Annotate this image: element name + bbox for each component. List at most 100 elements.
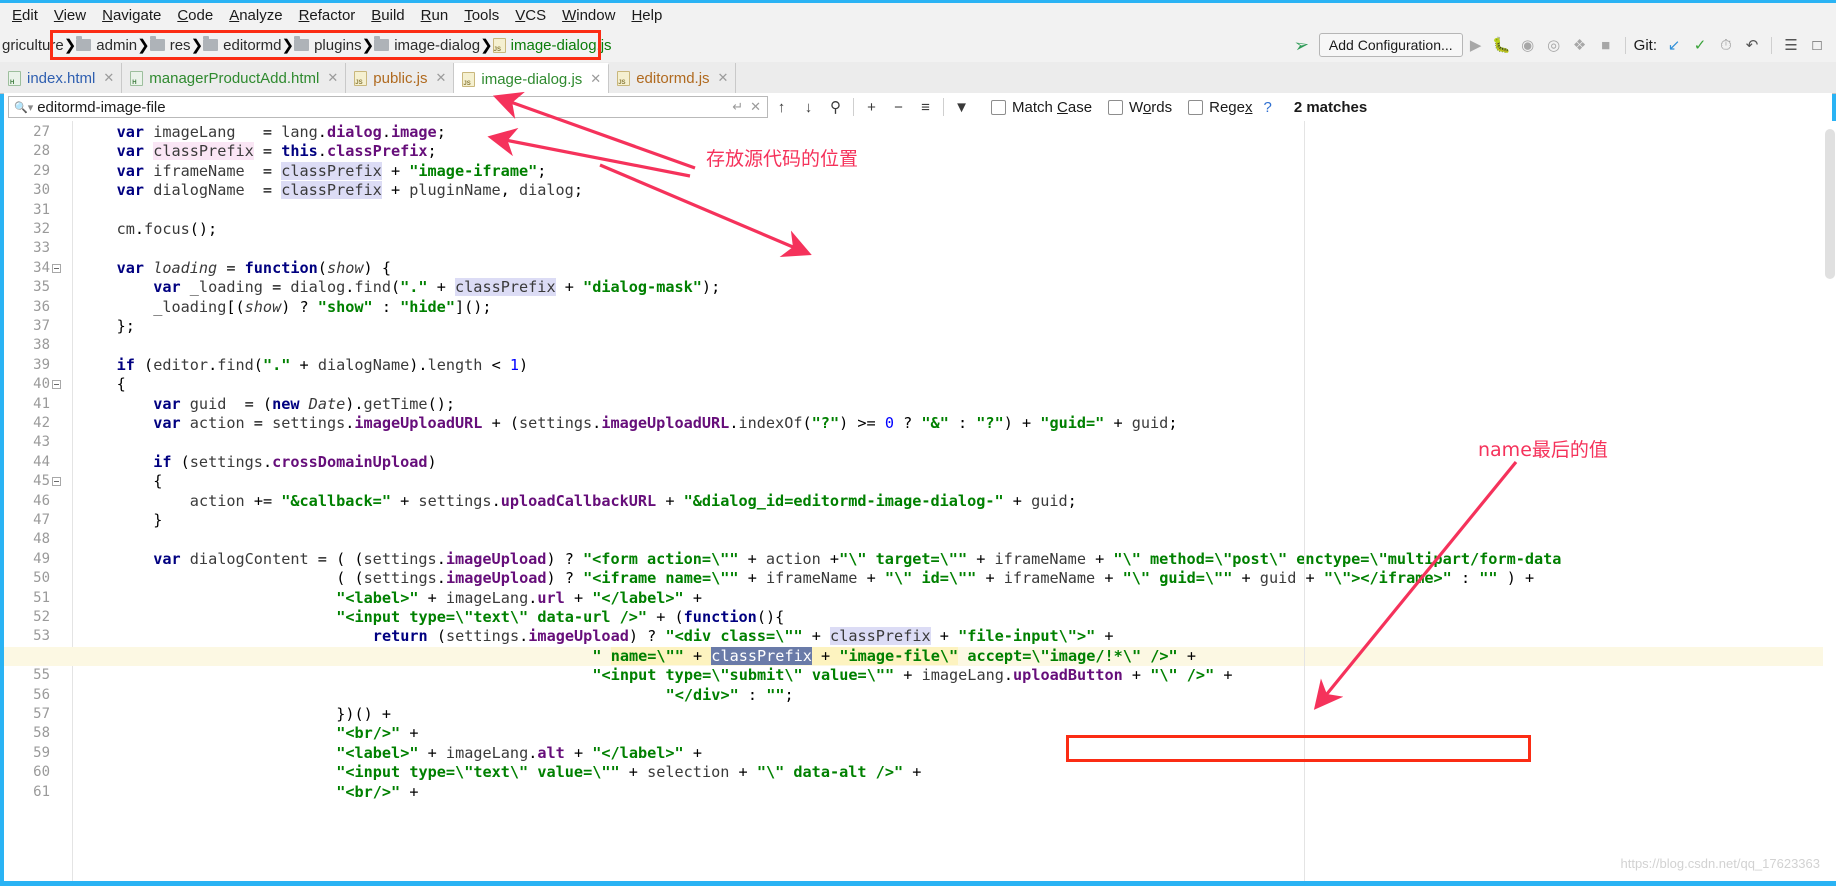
breadcrumb-item-plugins[interactable]: plugins <box>294 36 362 54</box>
line-number: 38 <box>33 337 50 354</box>
editor-tab-editormd-js[interactable]: editormd.js ✕ <box>609 63 737 93</box>
close-icon[interactable]: ✕ <box>327 70 338 86</box>
search-input-value: editormd-image-file <box>37 98 166 116</box>
breadcrumb-item-admin[interactable]: admin <box>76 36 137 54</box>
editor-tab-label: index.html <box>27 69 96 87</box>
menu-item-help[interactable]: Help <box>623 5 670 27</box>
search-everywhere-icon[interactable]: □ <box>1804 33 1830 57</box>
line-number: 45 <box>33 473 50 490</box>
code-line: "<input type=\"submit\" value=\"" + imag… <box>592 666 1233 685</box>
breadcrumb-project-label: griculture <box>2 36 64 54</box>
annotation-box-name-attr <box>1066 735 1531 762</box>
annotation-source-location: 存放源代码的位置 <box>706 148 859 170</box>
find-next-icon[interactable]: ↓ <box>795 95 822 119</box>
code-line: }; <box>116 317 135 335</box>
menu-item-view[interactable]: View <box>46 5 94 27</box>
editor-tab-image-dialog-js[interactable]: image-dialog.js ✕ <box>454 63 610 93</box>
menu-item-tools[interactable]: Tools <box>456 5 507 27</box>
close-icon[interactable]: ✕ <box>103 70 114 86</box>
menu-item-vcs[interactable]: VCS <box>507 5 554 27</box>
add-configuration-button[interactable]: Add Configuration... <box>1318 33 1463 57</box>
breadcrumb-item-label: editormd <box>223 36 282 54</box>
code-line: } <box>153 511 163 529</box>
editor-tab-managerproductadd-html[interactable]: managerProductAdd.html ✕ <box>122 63 347 93</box>
breadcrumb-item-image-dialog-js[interactable]: image-dialog.js <box>492 37 612 54</box>
toolbar-divider <box>1624 36 1626 54</box>
code-fold-toggle[interactable] <box>52 477 61 487</box>
rollback-icon[interactable]: ↶ <box>1739 33 1765 57</box>
regex-checkbox[interactable]: Regex <box>1188 99 1252 116</box>
checkbox-box-match-case[interactable] <box>991 99 1006 115</box>
hammer-icon[interactable]: ➢ <box>1292 33 1311 56</box>
code-line: "<br/>" + <box>336 782 419 801</box>
checkbox-box-words[interactable] <box>1108 99 1124 115</box>
remove-selection-icon[interactable]: − <box>885 95 912 119</box>
code-editor[interactable]: 27 28 29 30 31 32 33 34 35 36 37 38 39 40 41 42 43 44 45 46… <box>4 121 1832 881</box>
code-fold-toggle[interactable] <box>52 380 61 390</box>
breadcrumb-project[interactable]: griculture <box>2 37 64 54</box>
close-icon[interactable]: ✕ <box>750 99 761 115</box>
checkbox-box-regex[interactable] <box>1188 99 1204 115</box>
line-number: 31 <box>33 201 50 218</box>
menu-item-navigate[interactable]: Navigate <box>94 5 169 27</box>
folder-icon <box>374 36 390 51</box>
editor-tab-label: editormd.js <box>636 69 710 87</box>
debug-icon[interactable]: 🐛 <box>1489 33 1515 57</box>
menu-item-code[interactable]: Code <box>169 5 221 27</box>
close-icon[interactable]: ✕ <box>435 70 446 86</box>
code-line: ( (settings.imageUpload) ? "<iframe name… <box>336 569 1535 588</box>
close-icon[interactable]: ✕ <box>590 71 601 87</box>
menu-item-analyze[interactable]: Analyze <box>221 5 290 27</box>
run-icon[interactable]: ▶ <box>1463 33 1489 57</box>
project-structure-icon[interactable]: ☰ <box>1778 33 1804 57</box>
code-fold-toggle[interactable] <box>52 263 61 273</box>
editor-tab-label: public.js <box>373 69 428 87</box>
menu-item-refactor[interactable]: Refactor <box>291 5 364 27</box>
filter-icon[interactable]: ▼ <box>948 95 975 119</box>
match-case-checkbox[interactable]: Match Case <box>991 99 1092 116</box>
words-checkbox[interactable]: Words <box>1108 99 1172 116</box>
line-number: 43 <box>33 434 50 451</box>
line-number: 47 <box>33 512 50 528</box>
profile-icon[interactable]: ◎ <box>1541 33 1567 57</box>
menu-item-window[interactable]: Window <box>554 5 623 27</box>
line-number: 28 <box>33 143 50 160</box>
run-coverage-icon[interactable]: ◉ <box>1515 33 1541 57</box>
editor-tab-label: managerProductAdd.html <box>149 69 320 87</box>
breadcrumb-item-image-dialog[interactable]: image-dialog <box>374 36 480 54</box>
search-history-icon[interactable]: 🔍▾ <box>14 101 33 114</box>
match-count-label: 2 matches <box>1293 98 1368 116</box>
regex-label: Regex <box>1209 98 1253 116</box>
scrollbar-thumb[interactable] <box>1825 129 1835 279</box>
search-input[interactable]: 🔍▾ editormd-image-file ↵ ✕ <box>8 96 768 118</box>
editor-tab-public-js[interactable]: public.js ✕ <box>346 63 455 93</box>
breadcrumb-item-editormd[interactable]: editormd <box>203 36 282 54</box>
breadcrumb-item-res[interactable]: res <box>149 36 191 54</box>
commit-icon[interactable]: ✓ <box>1687 33 1713 57</box>
editor-tab-index-html[interactable]: index.html ✕ <box>0 63 123 93</box>
line-number: 42 <box>33 415 50 431</box>
update-project-icon[interactable]: ↙ <box>1661 33 1687 57</box>
help-icon[interactable]: ? <box>1263 99 1271 116</box>
breadcrumb: griculture ❯ admin ❯ res ❯ editormd ❯ plugins ❯ im… <box>0 32 612 58</box>
enter-icon[interactable]: ↵ <box>732 99 743 115</box>
menu-item-edit[interactable]: Edit <box>4 5 46 27</box>
code-line: action += "&callback=" + settings.upload… <box>189 491 1077 510</box>
stop-icon[interactable]: ■ <box>1593 33 1619 57</box>
select-all-occurrences-icon[interactable]: ⚲ <box>822 95 849 119</box>
menu-item-run[interactable]: Run <box>413 5 457 27</box>
add-selection-icon[interactable]: + <box>858 95 885 119</box>
editor-scrollbar[interactable] <box>1823 121 1836 881</box>
find-previous-icon[interactable]: ↑ <box>768 95 795 119</box>
code-line: { <box>116 375 126 394</box>
line-number: 40 <box>33 376 50 393</box>
select-all-icon[interactable]: ≡ <box>912 95 939 119</box>
menu-item-build[interactable]: Build <box>363 5 412 27</box>
line-number: 27 <box>33 124 50 140</box>
code-line: var action = settings.imageUploadURL + (… <box>153 414 1178 432</box>
attach-icon[interactable]: ❖ <box>1567 33 1593 57</box>
close-icon[interactable]: ✕ <box>718 70 729 86</box>
line-number: 39 <box>33 356 50 373</box>
editor-tab-bar: index.html✕managerProductAdd.html✕public… <box>0 62 1836 94</box>
history-icon[interactable]: ⏱ <box>1713 33 1739 57</box>
